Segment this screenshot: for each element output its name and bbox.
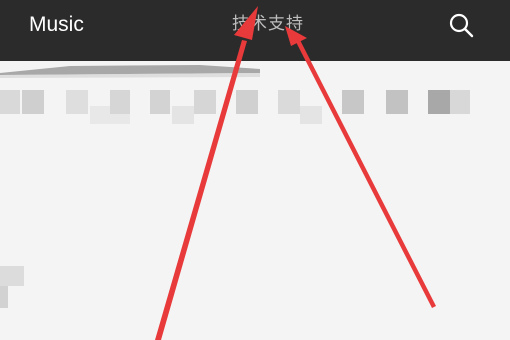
search-button[interactable]: [446, 10, 478, 42]
banner-edge: [0, 65, 260, 78]
pixelated-menu-row: [0, 90, 500, 132]
search-icon: [449, 13, 474, 38]
page-content: [0, 61, 510, 340]
top-app-bar: Music 技术支持: [0, 0, 510, 61]
tab-technical-support[interactable]: 技术支持: [232, 13, 304, 35]
pixelated-list-item: [0, 266, 26, 308]
app-title: Music: [29, 13, 84, 36]
